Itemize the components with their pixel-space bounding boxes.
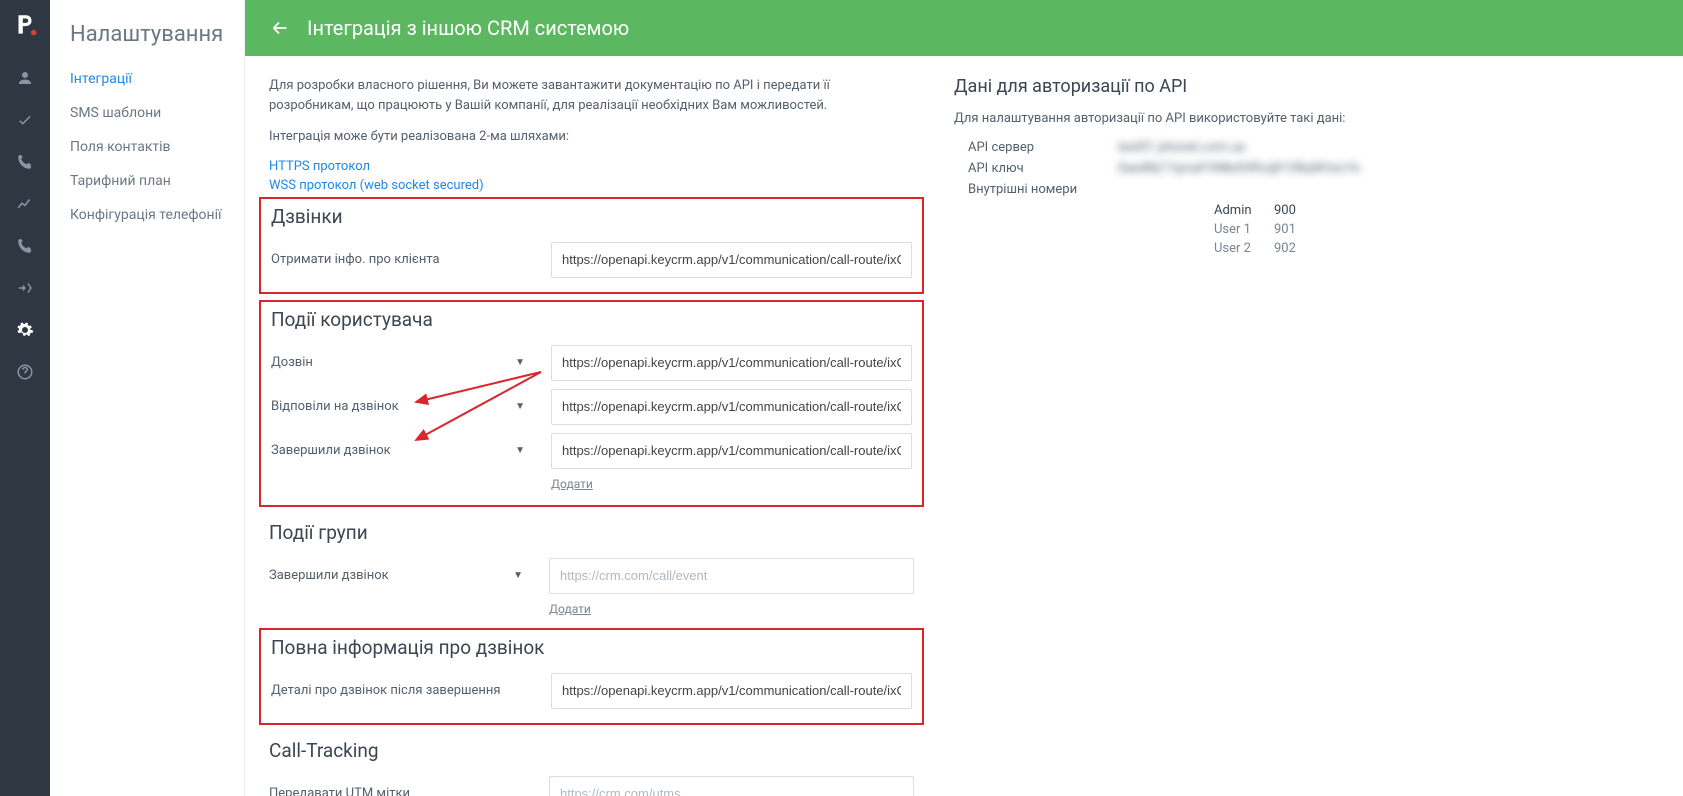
call-missed-icon[interactable] [15, 236, 35, 256]
api-key-label: API ключ [968, 161, 1118, 176]
intro-text-2: Інтеграція може бути реалізована 2-ма шл… [269, 127, 914, 147]
nav-sms-templates[interactable]: SMS шаблони [70, 105, 224, 121]
settings-nav: Налаштування Інтеграції SMS шаблони Поля… [50, 0, 245, 796]
group-ended-label: Завершили дзвінок [269, 568, 389, 583]
chart-icon[interactable] [15, 194, 35, 214]
utm-input[interactable] [549, 776, 914, 796]
nav-telephony-config[interactable]: Конфігурація телефонії [70, 207, 224, 223]
logo [12, 12, 38, 38]
get-client-info-label: Отримати інфо. про клієнта [271, 252, 551, 267]
settings-title: Налаштування [70, 22, 224, 47]
dial-input[interactable] [551, 345, 912, 381]
user-events-add[interactable]: Додати [551, 477, 593, 491]
api-auth-title: Дані для авторизації по API [954, 76, 1659, 97]
nav-tariff[interactable]: Тарифний план [70, 173, 224, 189]
ended-input[interactable] [551, 433, 912, 469]
group-events-add[interactable]: Додати [549, 602, 591, 616]
answered-label: Відповіли на дзвінок [271, 399, 399, 414]
get-client-info-input[interactable] [551, 242, 912, 278]
ext-numbers-label: Внутрішні номери [968, 182, 1118, 197]
api-auth-desc: Для налаштування авторизації по API вико… [954, 111, 1659, 126]
ext-num-1: 901 [1274, 222, 1296, 237]
answered-input[interactable] [551, 389, 912, 425]
api-key-value: 0aa4Nj17qmaFVMkdVlRvq81VBqWrtsn1k [1118, 161, 1360, 176]
api-server-value: test01.phonet.com.ua [1118, 140, 1245, 155]
calls-section-title: Дзвінки [271, 205, 912, 228]
check-icon[interactable] [15, 110, 35, 130]
full-info-highlight-box: Повна інформація про дзвінок Деталі про … [259, 628, 924, 725]
user-events-highlight-box: Події користувача Дозвін ▼ Відповіли на д… [259, 300, 924, 507]
chevron-down-icon[interactable]: ▼ [515, 401, 525, 412]
icon-sidebar [0, 0, 50, 796]
user-events-title: Події користувача [271, 308, 912, 331]
utm-label: Передавати UTM мітки [269, 786, 549, 796]
back-button[interactable] [269, 17, 291, 39]
calls-highlight-box: Дзвінки Отримати інфо. про клієнта [259, 197, 924, 294]
calltracking-title: Call-Tracking [269, 739, 914, 762]
chevron-down-icon[interactable]: ▼ [515, 445, 525, 456]
ext-name-0: Admin [1214, 203, 1274, 218]
ext-name-2: User 2 [1214, 241, 1274, 256]
user-icon[interactable] [15, 68, 35, 88]
ext-num-2: 902 [1274, 241, 1296, 256]
intro-text-1: Для розробки власного рішення, Ви можете… [269, 76, 914, 115]
group-ended-input[interactable] [549, 558, 914, 594]
dial-label: Дозвін [271, 355, 313, 370]
chevron-down-icon[interactable]: ▼ [513, 570, 523, 581]
nav-contact-fields[interactable]: Поля контактів [70, 139, 224, 155]
share-icon[interactable] [15, 278, 35, 298]
ended-label: Завершили дзвінок [271, 443, 391, 458]
gear-icon[interactable] [15, 320, 35, 340]
page-header: Інтеграція з іншою CRM системою [245, 0, 1683, 56]
https-protocol-link[interactable]: HTTPS протокол [269, 159, 914, 174]
group-events-title: Події групи [269, 521, 914, 544]
nav-integrations[interactable]: Інтеграції [70, 71, 224, 87]
page-title: Інтеграція з іншою CRM системою [307, 16, 629, 40]
call-details-label: Деталі про дзвінок після завершення [271, 683, 551, 698]
ext-num-0: 900 [1274, 203, 1296, 218]
api-server-label: API сервер [968, 140, 1118, 155]
full-info-title: Повна інформація про дзвінок [271, 636, 912, 659]
phone-icon[interactable] [15, 152, 35, 172]
wss-protocol-link[interactable]: WSS протокол (web socket secured) [269, 178, 914, 193]
ext-name-1: User 1 [1214, 222, 1274, 237]
call-details-input[interactable] [551, 673, 912, 709]
help-icon[interactable] [15, 362, 35, 382]
chevron-down-icon[interactable]: ▼ [515, 357, 525, 368]
